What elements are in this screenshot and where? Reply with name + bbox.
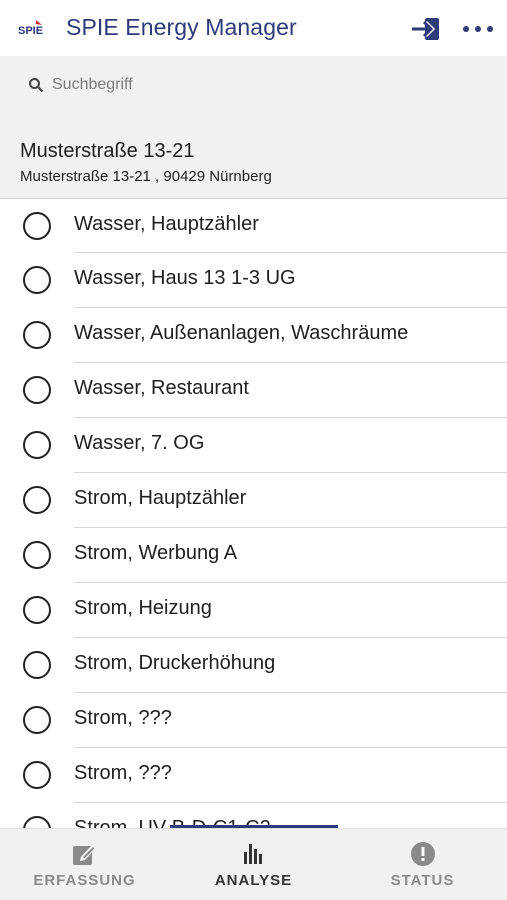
- app-header: SPIE SPIE Energy Manager: [0, 0, 507, 56]
- radio-button[interactable]: [23, 266, 51, 294]
- radio-button[interactable]: [23, 706, 51, 734]
- nav-tab-status[interactable]: STATUS: [338, 829, 507, 900]
- meter-list: Wasser, Hauptzähler Wasser, Haus 13 1-3 …: [0, 198, 507, 828]
- radio-button[interactable]: [23, 376, 51, 404]
- bottom-navigation: ERFASSUNG ANALYSE STATUS: [0, 828, 507, 900]
- logout-button[interactable]: [410, 14, 442, 44]
- list-item[interactable]: Wasser, Restaurant: [0, 363, 507, 418]
- radio-button[interactable]: [23, 651, 51, 679]
- logout-icon: [412, 18, 439, 40]
- list-item[interactable]: Strom, Hauptzähler: [0, 473, 507, 528]
- meter-label: Strom, ???: [74, 762, 172, 784]
- meter-label: Wasser, Außenanlagen, Waschräume: [74, 322, 409, 344]
- list-item[interactable]: Wasser, Hauptzähler: [0, 198, 507, 253]
- edit-icon: [72, 841, 98, 867]
- meter-label: Wasser, 7. OG: [74, 432, 205, 454]
- list-item[interactable]: Strom, Heizung: [0, 583, 507, 638]
- more-options-button[interactable]: [460, 14, 496, 44]
- location-address: Musterstraße 13-21 , 90429 Nürnberg: [20, 168, 272, 185]
- list-item[interactable]: Wasser, 7. OG: [0, 418, 507, 473]
- meter-label: Wasser, Haus 13 1-3 UG: [74, 267, 296, 289]
- radio-button[interactable]: [23, 431, 51, 459]
- location-title: Musterstraße 13-21: [20, 140, 195, 162]
- svg-text:SPIE: SPIE: [18, 25, 43, 36]
- nav-tab-analyse[interactable]: ANALYSE: [169, 829, 338, 900]
- search-input[interactable]: [52, 72, 472, 98]
- list-item[interactable]: Wasser, Haus 13 1-3 UG: [0, 253, 507, 308]
- list-item[interactable]: Wasser, Außenanlagen, Waschräume: [0, 308, 507, 363]
- meter-label: Strom, Werbung A: [74, 542, 238, 564]
- meter-label: Strom, ???: [74, 707, 172, 729]
- nav-tab-erfassung[interactable]: ERFASSUNG: [0, 829, 169, 900]
- more-horizontal-icon: [463, 26, 493, 32]
- radio-button[interactable]: [23, 321, 51, 349]
- list-item[interactable]: Strom, Werbung A: [0, 528, 507, 583]
- search-icon: [29, 78, 44, 93]
- radio-button[interactable]: [23, 816, 51, 828]
- radio-button[interactable]: [23, 212, 51, 240]
- radio-button[interactable]: [23, 761, 51, 789]
- meter-label: Wasser, Restaurant: [74, 377, 249, 399]
- list-item[interactable]: Strom, Druckerhöhung: [0, 638, 507, 693]
- nav-label: ANALYSE: [214, 872, 293, 889]
- nav-label: STATUS: [390, 872, 455, 889]
- app-title: SPIE Energy Manager: [66, 14, 297, 40]
- list-item[interactable]: Strom, ???: [0, 748, 507, 803]
- meter-label: Strom, Hauptzähler: [74, 487, 247, 509]
- search-bar: [0, 56, 507, 114]
- list-item[interactable]: Strom, ???: [0, 693, 507, 748]
- radio-button[interactable]: [23, 486, 51, 514]
- radio-button[interactable]: [23, 596, 51, 624]
- bar-chart-icon: [241, 841, 267, 867]
- meter-label: Strom, Druckerhöhung: [74, 652, 276, 674]
- radio-button[interactable]: [23, 541, 51, 569]
- meter-label: Strom, Heizung: [74, 597, 212, 619]
- spie-logo: SPIE: [18, 20, 43, 36]
- nav-label: ERFASSUNG: [33, 872, 136, 889]
- meter-label: Wasser, Hauptzähler: [74, 213, 259, 235]
- alert-circle-icon: [410, 841, 436, 867]
- location-header: Musterstraße 13-21 Musterstraße 13-21 , …: [0, 114, 507, 198]
